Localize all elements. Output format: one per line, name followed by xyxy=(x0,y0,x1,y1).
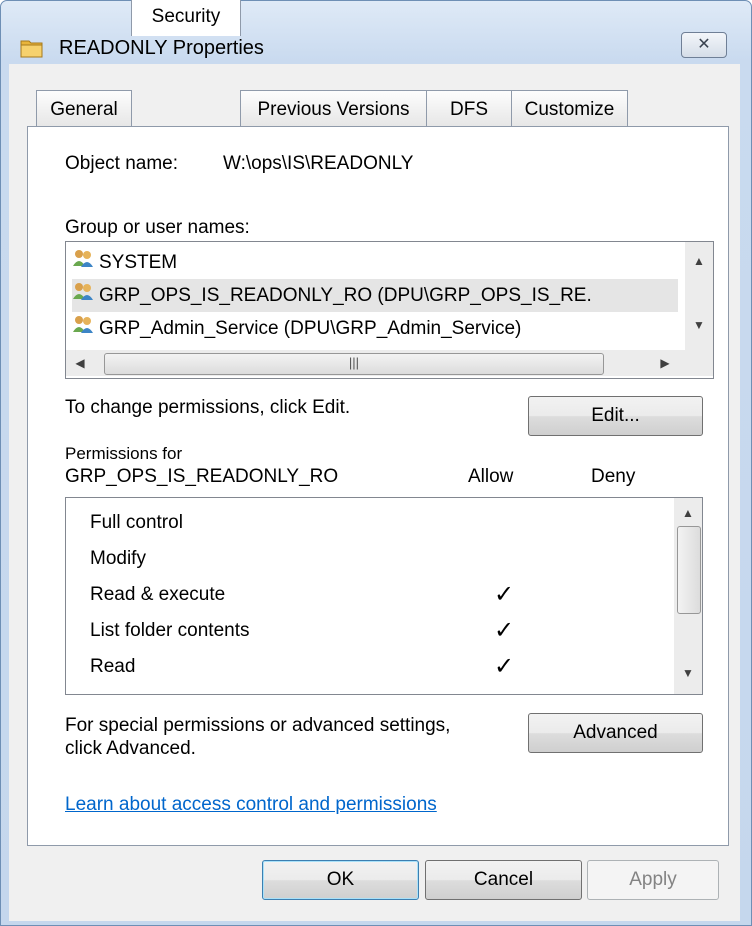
change-permissions-text: To change permissions, click Edit. xyxy=(65,397,351,418)
tab-label: General xyxy=(50,99,118,120)
permission-row: Modify xyxy=(90,548,146,570)
permissions-list[interactable]: Full control Modify Read & execute ✓ Lis… xyxy=(65,497,703,695)
tab-label: Customize xyxy=(524,99,615,120)
users-icon xyxy=(72,279,94,312)
tab-general[interactable]: General xyxy=(36,90,132,127)
close-icon: ✕ xyxy=(697,36,711,53)
permission-name: Read xyxy=(90,656,136,677)
permission-row: List folder contents xyxy=(90,620,249,642)
allow-check-icon: ✓ xyxy=(494,617,515,644)
scroll-up-icon[interactable]: ▲ xyxy=(674,506,702,520)
tab-security[interactable]: Security xyxy=(131,0,241,36)
allow-check-icon: ✓ xyxy=(494,581,515,608)
tab-label: DFS xyxy=(450,99,488,120)
allow-column-header: Allow xyxy=(468,466,514,487)
click-advanced-text: click Advanced. xyxy=(65,738,196,759)
group-user-label: Group or user names: xyxy=(65,217,250,238)
cancel-button[interactable]: Cancel xyxy=(425,860,582,900)
users-icon xyxy=(72,246,94,279)
permissions-for-principal: GRP_OPS_IS_READONLY_RO xyxy=(65,466,339,487)
tab-label: Previous Versions xyxy=(257,99,410,120)
edit-button[interactable]: Edit... xyxy=(528,396,703,436)
tab-customize[interactable]: Customize xyxy=(511,90,628,127)
permission-name: Full control xyxy=(90,512,183,533)
scroll-right-icon[interactable]: ▶ xyxy=(651,356,679,370)
permission-name: Modify xyxy=(90,548,146,569)
user-list-vertical-scrollbar[interactable]: ▲ ▼ xyxy=(685,242,713,350)
ok-button[interactable]: OK xyxy=(262,860,419,900)
permission-name: List folder contents xyxy=(90,620,250,641)
scroll-left-icon[interactable]: ◀ xyxy=(66,356,94,370)
users-icon xyxy=(72,312,94,345)
tab-label: Security xyxy=(151,6,221,27)
tab-dfs[interactable]: DFS xyxy=(426,90,512,127)
list-item-grp-admin-service[interactable]: GRP_Admin_Service (DPU\GRP_Admin_Service… xyxy=(72,312,678,345)
list-item-system[interactable]: SYSTEM xyxy=(72,246,678,279)
close-button[interactable]: ✕ xyxy=(681,32,727,58)
tab-previous-versions[interactable]: Previous Versions xyxy=(240,90,427,127)
object-name-value: W:\ops\IS\READONLY xyxy=(223,153,414,174)
advanced-button-label: Advanced xyxy=(573,722,658,743)
scroll-up-icon[interactable]: ▲ xyxy=(685,254,713,268)
folder-icon xyxy=(20,36,44,65)
security-tab-panel: Object name: W:\ops\IS\READONLY Group or… xyxy=(27,126,729,846)
apply-button[interactable]: Apply xyxy=(587,860,719,900)
user-list[interactable]: SYSTEM GRP_OPS_IS_READONLY_RO (DPU\GRP_O… xyxy=(65,241,714,379)
permission-row: Read & execute xyxy=(90,584,225,606)
list-item-grp-ops-is-readonly-ro[interactable]: GRP_OPS_IS_READONLY_RO (DPU\GRP_OPS_IS_R… xyxy=(72,279,678,312)
permission-row: Read xyxy=(90,656,135,678)
apply-button-label: Apply xyxy=(629,869,677,890)
user-name: SYSTEM xyxy=(99,252,178,273)
user-name: GRP_Admin_Service (DPU\GRP_Admin_Service… xyxy=(99,318,522,339)
allow-check-icon: ✓ xyxy=(494,653,515,680)
scroll-down-icon[interactable]: ▼ xyxy=(674,666,702,680)
special-permissions-text: For special permissions or advanced sett… xyxy=(65,715,451,736)
user-list-horizontal-scrollbar[interactable]: ◀ ||| ▶ xyxy=(66,350,713,376)
permissions-vertical-scrollbar[interactable]: ▲ ▼ xyxy=(674,498,702,694)
cancel-button-label: Cancel xyxy=(473,869,534,890)
horizontal-scroll-thumb[interactable]: ||| xyxy=(104,353,604,375)
ok-button-label: OK xyxy=(326,869,355,890)
user-name: GRP_OPS_IS_READONLY_RO (DPU\GRP_OPS_IS_R… xyxy=(99,285,592,306)
object-name-label: Object name: xyxy=(65,153,178,174)
title-bar[interactable] xyxy=(1,1,751,37)
edit-button-label: Edit... xyxy=(591,405,640,426)
scroll-down-icon[interactable]: ▼ xyxy=(685,318,713,332)
permission-name: Read & execute xyxy=(90,584,226,605)
advanced-button[interactable]: Advanced xyxy=(528,713,703,753)
permission-row: Full control xyxy=(90,512,183,534)
vertical-scroll-thumb[interactable] xyxy=(677,526,701,614)
window-title: READONLY Properties xyxy=(59,37,264,59)
deny-column-header: Deny xyxy=(591,466,636,487)
learn-access-control-link[interactable]: Learn about access control and permissio… xyxy=(65,794,437,816)
permissions-for-label: Permissions for xyxy=(65,444,183,463)
